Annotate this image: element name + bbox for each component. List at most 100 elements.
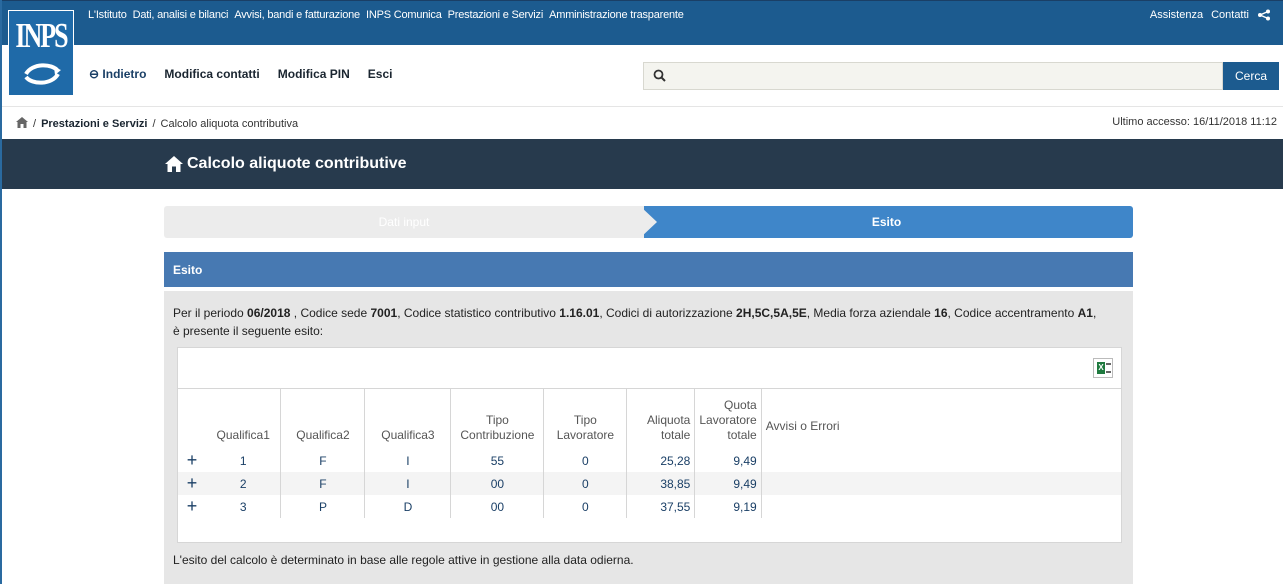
wizard-steps: Esito Dati input: [164, 206, 1133, 238]
intro-text: Per il periodo: [173, 306, 248, 320]
cell: 1: [205, 449, 282, 472]
cell: 2: [205, 472, 282, 495]
table-toolbar: X: [178, 348, 1121, 389]
top-links: L'Istituto Dati, analisi e bilanci Avvis…: [88, 1, 684, 29]
cell: 9,49: [694, 472, 762, 495]
cell: [761, 449, 1121, 472]
cell: 0: [543, 449, 628, 472]
top-link-prestazioni[interactable]: Prestazioni e Servizi: [448, 9, 544, 21]
footer-note: L'esito del calcolo è determinato in bas…: [173, 553, 634, 567]
col-avvisi: Avvisi o Errori: [765, 419, 840, 433]
back-link[interactable]: ⊖ Indietro: [89, 67, 146, 81]
page-title-wrap: Calcolo aliquote contributive: [165, 155, 407, 173]
assistenza-link[interactable]: Assistenza: [1150, 9, 1203, 21]
cell: 9,19: [694, 495, 762, 518]
top-link-trasparente[interactable]: Amministrazione trasparente: [549, 9, 684, 21]
top-link-comunica[interactable]: INPS Comunica: [366, 9, 442, 21]
back-circle-icon: ⊖: [89, 67, 100, 81]
cell: 00: [450, 472, 545, 495]
cell: F: [280, 449, 366, 472]
user-nav: ⊖ Indietro Modifica contatti Modifica PI…: [89, 67, 392, 81]
search-input[interactable]: [643, 62, 1223, 90]
search-button[interactable]: Cerca: [1223, 62, 1279, 90]
top-bar: L'Istituto Dati, analisi e bilanci Avvis…: [2, 1, 1283, 45]
breadcrumb: / Prestazioni e Servizi / Calcolo aliquo…: [16, 117, 298, 131]
col-tipo-lavoratore: Tipo Lavoratore: [543, 389, 628, 449]
intro-text: , Media forza aziendale: [806, 306, 935, 320]
breadcrumb-item-current: Calcolo aliquota contributiva: [160, 118, 299, 130]
share-icon[interactable]: [1257, 9, 1271, 21]
cell: 55: [450, 449, 545, 472]
top-link-dati[interactable]: Dati, analisi e bilanci: [133, 9, 229, 21]
cell: I: [364, 449, 452, 472]
col-tipo-contribuzione: Tipo Contribuzione: [450, 389, 545, 449]
cell: 00: [450, 495, 545, 518]
title-bar: Calcolo aliquote contributive: [2, 139, 1283, 189]
table-header-row: Qualifica1 Qualifica2 Qualifica3 Tipo Co…: [178, 389, 1121, 449]
col-aliquota: Aliquota totale: [626, 389, 696, 449]
search-icon: [653, 69, 666, 85]
home-icon[interactable]: [16, 117, 28, 131]
table-row: + 2 F I 00 0 38,85 9,49: [178, 472, 1121, 495]
results-table: Qualifica1 Qualifica2 Qualifica3 Tipo Co…: [178, 389, 1121, 518]
breadcrumb-separator: /: [33, 118, 37, 130]
edit-contacts-link[interactable]: Modifica contatti: [164, 67, 259, 81]
intro-periodo: 06/2018: [247, 306, 291, 320]
intro-forza: 16: [934, 306, 948, 320]
cell: I: [364, 472, 452, 495]
breadcrumb-item-prestazioni[interactable]: Prestazioni e Servizi: [41, 118, 147, 130]
step-dati-input[interactable]: Dati input: [164, 206, 644, 238]
cell: 3: [205, 495, 282, 518]
intro-text: , Codice sede: [290, 306, 371, 320]
home-icon: [165, 156, 183, 172]
edit-pin-link[interactable]: Modifica PIN: [278, 67, 350, 81]
cell: D: [364, 495, 452, 518]
col-quota-lavoratore: Quota Lavoratore totale: [694, 389, 762, 449]
cell: 25,28: [626, 449, 696, 472]
step-esito[interactable]: Esito: [640, 206, 1133, 238]
expand-row-icon[interactable]: +: [178, 495, 206, 518]
excel-export-icon[interactable]: X: [1093, 358, 1113, 378]
excel-lines: [1106, 363, 1111, 373]
cell: F: [280, 472, 366, 495]
cell: 0: [543, 472, 628, 495]
excel-glyph: X: [1097, 362, 1105, 374]
logo-text: INPS: [15, 15, 68, 55]
intro-text: , Codice statistico contributivo: [397, 306, 560, 320]
inps-logo[interactable]: INPS: [8, 10, 74, 96]
expand-row-icon[interactable]: +: [178, 449, 206, 472]
breadcrumb-separator: /: [152, 118, 156, 130]
intro-accentramento: A1: [1077, 306, 1093, 320]
table-row: + 1 F I 55 0 25,28 9,49: [178, 449, 1121, 472]
cell: 38,85: [626, 472, 696, 495]
col-qualifica3: Qualifica3: [364, 389, 452, 449]
exit-link[interactable]: Esci: [368, 67, 393, 81]
cell: [761, 495, 1121, 518]
last-access: Ultimo accesso: 16/11/2018 11:12: [1112, 116, 1277, 128]
table-row: + 3 P D 00 0 37,55 9,19: [178, 495, 1121, 518]
intro-text: , Codice accentramento: [947, 306, 1078, 320]
back-label: Indietro: [102, 67, 147, 81]
col-qualifica2: Qualifica2: [280, 389, 366, 449]
intro-auth: 2H,5C,5A,5E: [736, 306, 807, 320]
expand-row-icon[interactable]: +: [178, 472, 206, 495]
page-title: Calcolo aliquote contributive: [187, 155, 407, 172]
intro-sede: 7001: [370, 306, 398, 320]
step-arrow: [640, 206, 657, 238]
cell: 37,55: [626, 495, 696, 518]
top-link-istituto[interactable]: L'Istituto: [88, 9, 127, 21]
result-intro: Per il periodo 06/2018 , Codice sede 700…: [173, 304, 1103, 340]
cell: 9,49: [694, 449, 762, 472]
top-right-links: Assistenza Contatti: [1150, 1, 1271, 29]
contatti-link[interactable]: Contatti: [1211, 9, 1249, 21]
intro-csc: 1.16.01: [559, 306, 600, 320]
panel-body: Per il periodo 06/2018 , Codice sede 700…: [164, 291, 1133, 584]
cell: [761, 472, 1121, 495]
col-qualifica1: Qualifica1: [205, 389, 282, 449]
results-table-wrap: X Qualifica1 Qualifica2 Qualifica3 Tipo …: [177, 347, 1122, 543]
panel-header: Esito: [164, 252, 1133, 287]
col-expand: [178, 389, 206, 449]
divider: [2, 106, 1283, 107]
cell: P: [280, 495, 366, 518]
top-link-avvisi[interactable]: Avvisi, bandi e fatturazione: [234, 9, 360, 21]
